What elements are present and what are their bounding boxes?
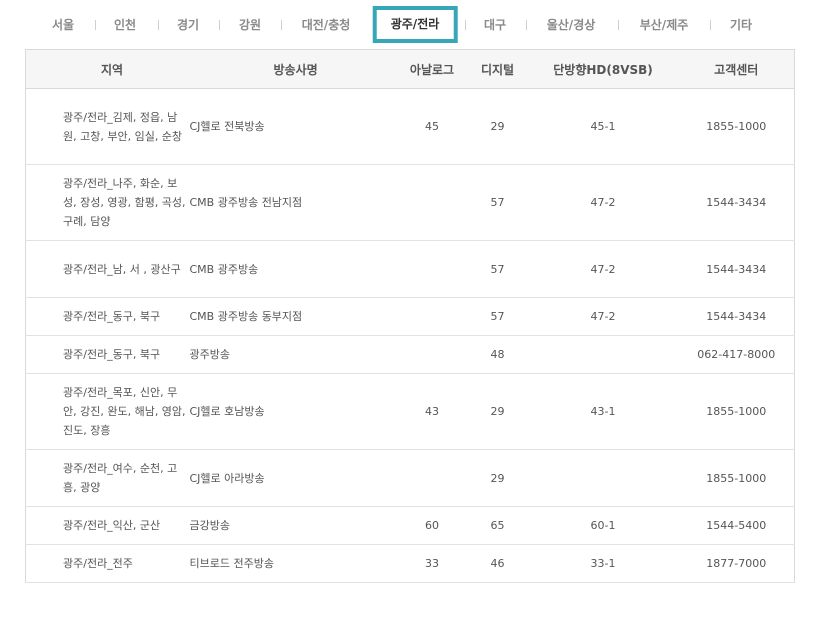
tab-separator	[281, 20, 282, 30]
cell-hd: 43-1	[527, 373, 679, 450]
cell-analog	[396, 335, 468, 374]
header-digital: 디지털	[467, 49, 528, 89]
table-row: 광주/전라_목포, 신안, 무안, 강진, 완도, 해남, 영암, 진도, 장흥…	[25, 373, 795, 450]
cell-company: CJ헬로 호남방송	[188, 373, 397, 450]
cell-company: CJ헬로 전북방송	[188, 88, 397, 165]
tab-daejeon-chungcheong[interactable]: 대전/충청	[302, 17, 351, 33]
table-row: 광주/전라_동구, 북구 CMB 광주방송 동부지점 57 47-2 1544-…	[25, 297, 795, 336]
tab-gyeonggi[interactable]: 경기	[177, 17, 199, 33]
cell-company: 광주방송	[188, 335, 397, 374]
cell-phone: 1877-7000	[678, 544, 795, 583]
cell-region: 광주/전라_동구, 북구	[25, 335, 189, 374]
tab-busan-jeju[interactable]: 부산/제주	[640, 17, 689, 33]
cell-company: CMB 광주방송 전남지점	[188, 164, 397, 241]
cell-hd	[527, 449, 679, 507]
tab-daegu[interactable]: 대구	[484, 17, 506, 33]
cell-phone: 1544-3434	[678, 240, 795, 298]
table-row: 광주/전라_전주 티브로드 전주방송 33 46 33-1 1877-7000	[25, 544, 795, 583]
cell-company: 금강방송	[188, 506, 397, 545]
cell-analog	[396, 240, 468, 298]
cell-phone: 1855-1000	[678, 373, 795, 450]
tab-incheon[interactable]: 인천	[114, 17, 136, 33]
cell-region: 광주/전라_익산, 군산	[25, 506, 189, 545]
tab-separator	[526, 20, 527, 30]
cell-digital: 29	[467, 449, 528, 507]
table-row: 광주/전라_여수, 순천, 고흥, 광양 CJ헬로 아라방송 29 1855-1…	[25, 449, 795, 507]
table-row: 광주/전라_남, 서 , 광산구 CMB 광주방송 57 47-2 1544-3…	[25, 240, 795, 298]
cell-company: CMB 광주방송	[188, 240, 397, 298]
table-row: 광주/전라_동구, 북구 광주방송 48 062-417-8000	[25, 335, 795, 374]
cell-hd: 60-1	[527, 506, 679, 545]
tab-separator	[219, 20, 220, 30]
tab-gwangju-jeolla[interactable]: 광주/전라	[372, 6, 458, 43]
tab-separator	[95, 20, 96, 30]
tab-separator	[158, 20, 159, 30]
cell-hd: 47-2	[527, 240, 679, 298]
cell-digital: 48	[467, 335, 528, 374]
cell-hd: 47-2	[527, 297, 679, 336]
cell-hd: 33-1	[527, 544, 679, 583]
tab-separator	[710, 20, 711, 30]
cell-analog: 43	[396, 373, 468, 450]
cell-digital: 57	[467, 240, 528, 298]
tab-separator	[465, 20, 466, 30]
cell-hd: 45-1	[527, 88, 679, 165]
table-row: 광주/전라_나주, 화순, 보성, 장성, 영광, 함평, 곡성, 구례, 담양…	[25, 164, 795, 241]
cell-analog	[396, 449, 468, 507]
cell-analog: 60	[396, 506, 468, 545]
cell-analog	[396, 164, 468, 241]
cell-region: 광주/전라_김제, 정읍, 남원, 고창, 부안, 임실, 순창	[25, 88, 189, 165]
cell-region: 광주/전라_목포, 신안, 무안, 강진, 완도, 해남, 영암, 진도, 장흥	[25, 373, 189, 450]
header-hd: 단방향HD(8VSB)	[527, 49, 679, 89]
tab-gangwon[interactable]: 강원	[239, 17, 261, 33]
cell-analog	[396, 297, 468, 336]
cell-region: 광주/전라_나주, 화순, 보성, 장성, 영광, 함평, 곡성, 구례, 담양	[25, 164, 189, 241]
cell-hd: 47-2	[527, 164, 679, 241]
cell-analog: 45	[396, 88, 468, 165]
header-analog: 아날로그	[396, 49, 468, 89]
cell-region: 광주/전라_동구, 북구	[25, 297, 189, 336]
cell-phone: 062-417-8000	[678, 335, 795, 374]
cell-region: 광주/전라_여수, 순천, 고흥, 광양	[25, 449, 189, 507]
broadcaster-table: 지역 방송사명 아날로그 디지털 단방향HD(8VSB) 고객센터 광주/전라_…	[25, 49, 795, 583]
cell-analog: 33	[396, 544, 468, 583]
table-header-row: 지역 방송사명 아날로그 디지털 단방향HD(8VSB) 고객센터	[25, 49, 795, 89]
cell-phone: 1544-5400	[678, 506, 795, 545]
tab-etc[interactable]: 기타	[730, 17, 752, 33]
header-company: 방송사명	[188, 49, 397, 89]
cell-digital: 29	[467, 88, 528, 165]
cell-hd	[527, 335, 679, 374]
cell-digital: 46	[467, 544, 528, 583]
cell-company: CMB 광주방송 동부지점	[188, 297, 397, 336]
cell-company: 티브로드 전주방송	[188, 544, 397, 583]
cell-company: CJ헬로 아라방송	[188, 449, 397, 507]
cell-phone: 1544-3434	[678, 164, 795, 241]
region-tabs: 서울 인천 경기 강원 대전/충청 광주/전라 대구 울산/경상 부산/제주 기…	[0, 0, 833, 46]
cell-digital: 65	[467, 506, 528, 545]
cell-digital: 57	[467, 297, 528, 336]
tab-seoul[interactable]: 서울	[52, 17, 74, 33]
cell-digital: 29	[467, 373, 528, 450]
cell-digital: 57	[467, 164, 528, 241]
cell-region: 광주/전라_남, 서 , 광산구	[25, 240, 189, 298]
tab-separator	[618, 20, 619, 30]
header-phone: 고객센터	[678, 49, 795, 89]
table-row: 광주/전라_김제, 정읍, 남원, 고창, 부안, 임실, 순창 CJ헬로 전북…	[25, 88, 795, 165]
cell-phone: 1544-3434	[678, 297, 795, 336]
cell-phone: 1855-1000	[678, 449, 795, 507]
table-row: 광주/전라_익산, 군산 금강방송 60 65 60-1 1544-5400	[25, 506, 795, 545]
header-region: 지역	[25, 49, 189, 89]
cell-phone: 1855-1000	[678, 88, 795, 165]
tab-ulsan-gyeongsang[interactable]: 울산/경상	[547, 17, 596, 33]
cell-region: 광주/전라_전주	[25, 544, 189, 583]
